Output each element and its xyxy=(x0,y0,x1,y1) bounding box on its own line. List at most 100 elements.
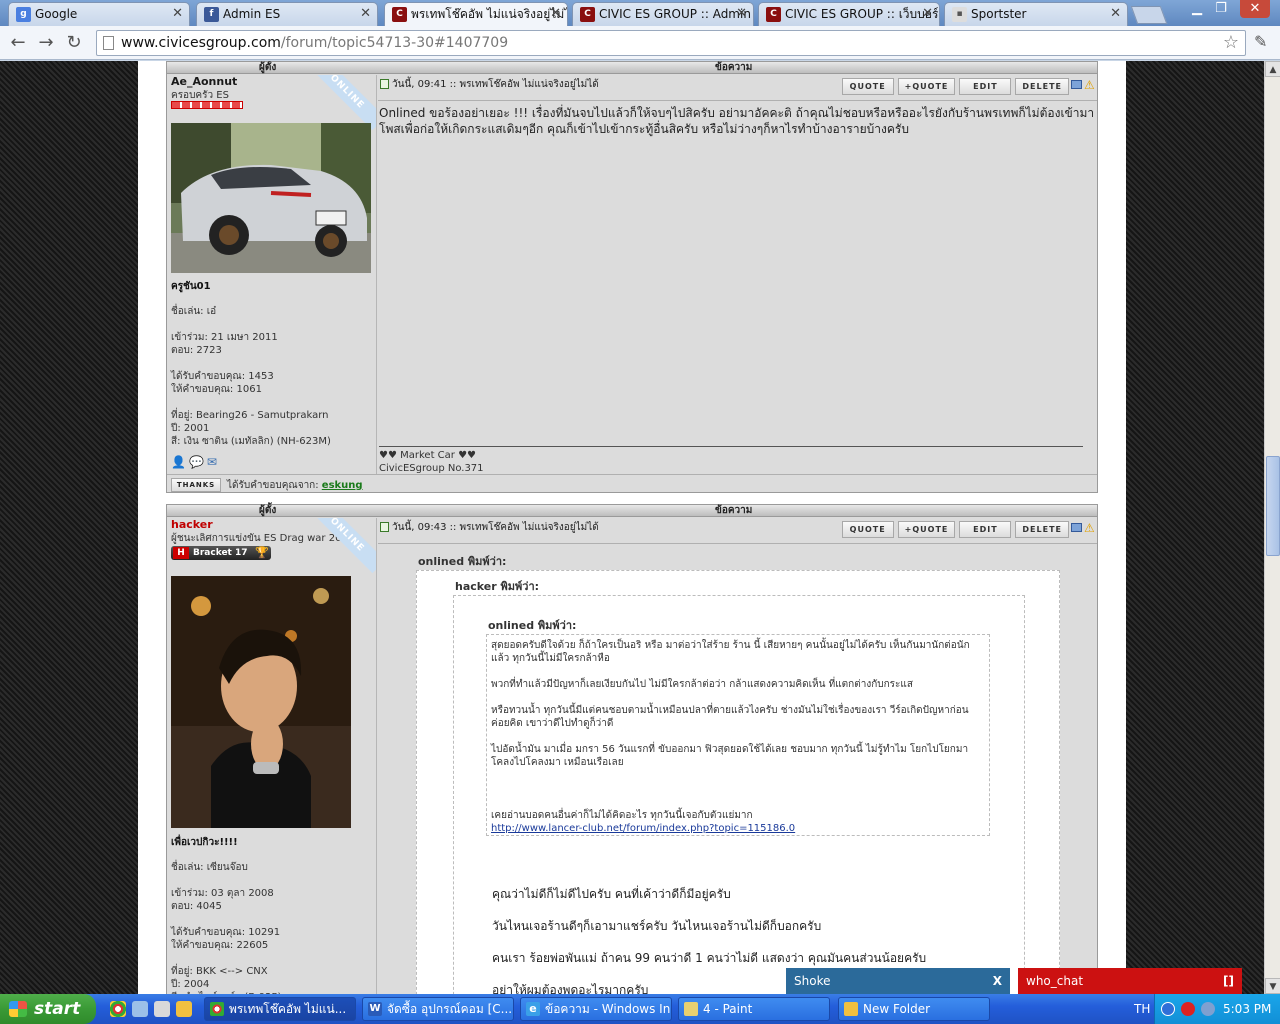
user-thanks-given: ให้คำขอบคุณ: 1061 xyxy=(171,384,262,395)
bookmark-star-icon[interactable]: ☆ xyxy=(1223,31,1239,55)
edit-button[interactable]: EDIT xyxy=(959,78,1012,95)
tab-civic-admin[interactable]: C CIVIC ES GROUP :: Admin ✕ xyxy=(572,2,754,26)
email-icon[interactable]: ✉ xyxy=(207,455,220,469)
taskbar-item-label: พรเทพโช๊คอัพ ไม่แน่... xyxy=(229,1002,347,1016)
thanks-user-link[interactable]: eskung xyxy=(322,480,363,491)
desktop-quicklaunch-icon[interactable] xyxy=(132,1001,148,1017)
minimize-icon[interactable]: ▁ xyxy=(1184,0,1210,18)
user-nickname: ชื่อเล่น: เอ๋ xyxy=(171,306,217,317)
quote-link[interactable]: http://www.lancer-club.net/forum/index.p… xyxy=(491,823,795,834)
thanks-button[interactable]: THANKS xyxy=(171,478,221,492)
username-link[interactable]: hacker xyxy=(171,518,213,531)
scroll-thumb[interactable] xyxy=(1266,456,1280,556)
start-button[interactable]: start xyxy=(0,994,96,1024)
online-badge: ONLINE xyxy=(308,75,376,131)
profile-icon[interactable]: 👤 xyxy=(171,455,189,469)
shoke-chat-label: Shoke xyxy=(794,974,831,988)
folder-quicklaunch-icon[interactable] xyxy=(176,1001,192,1017)
tray-expand-icon[interactable] xyxy=(1161,1002,1175,1016)
language-indicator[interactable]: TH xyxy=(1134,994,1150,1024)
tab-label: Admin ES xyxy=(223,7,281,21)
quote-paragraph: ไปอัดน้ำมัน มาเมื่อ มกรา 56 วันแรกที่ ขั… xyxy=(491,744,969,768)
scroll-up-arrow-icon[interactable]: ▲ xyxy=(1265,61,1280,77)
close-icon[interactable]: ✕ xyxy=(550,3,561,25)
windows-taskbar: start พรเทพโช๊คอัพ ไม่แน่... W จัดซื้อ อ… xyxy=(0,994,1280,1024)
author-column-label: ผู้ตั้ง xyxy=(259,62,277,73)
signature-divider xyxy=(379,446,1083,447)
multiquote-button[interactable]: +QUOTE xyxy=(897,521,956,538)
who-chat-toggle-button[interactable]: [] xyxy=(1223,968,1234,994)
taskbar-item-label: 4 - Paint xyxy=(703,1002,753,1016)
message-pane: วันนี้, 09:43 :: พรเทพโช๊คอัพ ไม่แน่จริง… xyxy=(378,518,1097,994)
quote-author: hacker พิมพ์ว่า: xyxy=(455,580,540,593)
user-car-year: ปี: 2004 xyxy=(171,979,210,990)
page-viewport: ผู้ตั้ง ข้อความ Ae_Aonnut ครอบครัว ES ON… xyxy=(0,61,1264,994)
shoke-close-button[interactable]: X xyxy=(993,968,1002,994)
tab-label: Google xyxy=(35,7,78,21)
user-info: ครูชัน01 ชื่อเล่น: เอ๋ เข้าร่วม: 21 เมษา… xyxy=(171,280,375,448)
username-link[interactable]: Ae_Aonnut xyxy=(171,75,237,88)
quote-button[interactable]: QUOTE xyxy=(841,521,894,538)
google-favicon-icon: g xyxy=(16,7,31,22)
ip-computer-icon[interactable] xyxy=(1071,523,1082,532)
user-joined: เข้าร่วม: 21 เมษา 2011 xyxy=(171,332,278,343)
message-column-label: ข้อความ xyxy=(715,62,753,73)
delete-button[interactable]: DELETE xyxy=(1015,521,1069,538)
civic-favicon-icon: C xyxy=(392,7,407,22)
taskbar-item-label: New Folder xyxy=(863,1002,931,1016)
shoke-chat-bar[interactable]: Shoke X xyxy=(786,968,1010,994)
taskbar-item-word[interactable]: W จัดซื้อ อุปกรณ์คอม [C... xyxy=(362,997,514,1021)
wrench-menu-icon[interactable]: ✎ xyxy=(1254,32,1267,51)
tab-sportster[interactable]: ▪ Sportster ✕ xyxy=(944,2,1128,26)
calculator-quicklaunch-icon[interactable] xyxy=(154,1001,170,1017)
back-arrow-icon[interactable]: ← xyxy=(6,32,30,54)
post-body: Onlined ขอร้องอย่าเยอะ !!! เรื่องที่มันจ… xyxy=(379,106,1095,136)
network-icon[interactable] xyxy=(1201,1002,1215,1016)
quote-button[interactable]: QUOTE xyxy=(841,78,894,95)
thanks-list: ได้รับคำขอบคุณจาก: eskung xyxy=(227,478,363,493)
tab-current-topic[interactable]: C พรเทพโช๊คอัพ ไม่แน่จริงอยู่ไม่ได้ ✕ xyxy=(384,2,568,26)
taskbar-item-ie[interactable]: e ข้อความ - Windows In... xyxy=(520,997,672,1021)
security-shield-icon[interactable] xyxy=(1181,1002,1195,1016)
start-label: start xyxy=(34,999,81,1019)
vertical-scrollbar[interactable]: ▲ ▼ xyxy=(1264,61,1280,994)
maximize-icon[interactable]: ❐ xyxy=(1208,0,1234,18)
chrome-quicklaunch-icon[interactable] xyxy=(110,1001,126,1017)
who-chat-bar[interactable]: who_chat [] xyxy=(1018,968,1242,994)
taskbar-item-chrome[interactable]: พรเทพโช๊คอัพ ไม่แน่... xyxy=(204,997,356,1021)
taskbar-item-folder[interactable]: New Folder xyxy=(838,997,990,1021)
tab-label: พรเทพโช๊คอัพ ไม่แน่จริงอยู่ไม่ได้ xyxy=(411,7,568,21)
rank-stars xyxy=(171,101,243,109)
user-profile-pane: Ae_Aonnut ครอบครัว ES ONLINE ครูชัน01 ชื… xyxy=(167,75,377,477)
taskbar-item-paint[interactable]: 4 - Paint xyxy=(678,997,830,1021)
window-close-icon[interactable]: ✕ xyxy=(1240,0,1270,18)
clock: 5:03 PM xyxy=(1223,1002,1272,1016)
avatar xyxy=(171,123,371,273)
user-signature-name: ครูชัน01 xyxy=(171,281,211,292)
multiquote-button[interactable]: +QUOTE xyxy=(897,78,956,95)
new-tab-button[interactable] xyxy=(1130,6,1168,24)
close-icon[interactable]: ✕ xyxy=(172,3,183,25)
close-icon[interactable]: ✕ xyxy=(736,3,747,25)
author-column-label: ผู้ตั้ง xyxy=(259,505,277,516)
post-signature: ♥♥ Market Car ♥♥ CivicESgroup No.371 xyxy=(379,449,484,475)
pm-icon[interactable]: 💬 xyxy=(189,455,207,469)
close-icon[interactable]: ✕ xyxy=(922,3,933,25)
taskbar-item-label: จัดซื้อ อุปกรณ์คอม [C... xyxy=(387,1002,513,1016)
reload-icon[interactable]: ↻ xyxy=(62,32,86,54)
tab-civic-board[interactable]: C CIVIC ES GROUP :: เว็บบอร์ด ✕ xyxy=(758,2,940,26)
address-bar[interactable]: www.civicesgroup.com/forum/topic54713-30… xyxy=(96,30,1246,56)
tab-google[interactable]: g Google ✕ xyxy=(8,2,190,26)
ip-computer-icon[interactable] xyxy=(1071,80,1082,89)
forward-arrow-icon[interactable]: → xyxy=(34,32,58,54)
close-icon[interactable]: ✕ xyxy=(1110,3,1121,25)
edit-button[interactable]: EDIT xyxy=(959,521,1012,538)
delete-button[interactable]: DELETE xyxy=(1015,78,1069,95)
close-icon[interactable]: ✕ xyxy=(360,3,371,25)
tab-admin-es[interactable]: f Admin ES ✕ xyxy=(196,2,378,26)
report-warning-icon[interactable]: ⚠ xyxy=(1084,78,1095,92)
report-warning-icon[interactable]: ⚠ xyxy=(1084,521,1095,535)
quote-author: onlined พิมพ์ว่า: xyxy=(418,555,507,568)
post-column-header: ผู้ตั้ง ข้อความ xyxy=(167,505,1097,517)
scroll-down-arrow-icon[interactable]: ▼ xyxy=(1265,978,1280,994)
